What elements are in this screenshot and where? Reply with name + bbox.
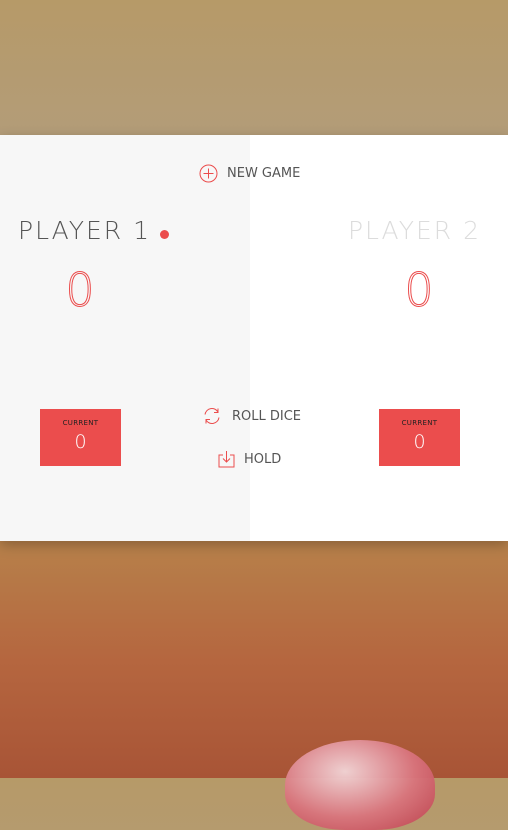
player-2-current-value: 0 (413, 431, 426, 453)
active-dot-icon (160, 230, 169, 239)
game-board: PLAYER 1 0 CURRENT 0 PLAYER 2 0 CURRENT … (0, 135, 508, 541)
background-top (0, 0, 508, 135)
player-1-name: PLAYER 1 (18, 216, 152, 245)
player-2-current-box: CURRENT 0 (379, 409, 460, 466)
hold-label: HOLD (244, 451, 282, 467)
player-2-current-label: CURRENT (401, 419, 438, 427)
new-game-label: NEW GAME (227, 166, 301, 181)
player-1-score: 0 (65, 263, 95, 318)
player-1-current-label: CURRENT (62, 419, 99, 427)
player-2-name: PLAYER 2 (347, 216, 481, 245)
refresh-icon (201, 406, 223, 426)
download-icon (218, 450, 235, 468)
new-game-button[interactable]: NEW GAME (199, 164, 300, 183)
raspberry-image (285, 740, 435, 830)
player-1-current-value: 0 (74, 431, 87, 453)
player-1-current-box: CURRENT 0 (40, 409, 121, 466)
roll-dice-button[interactable]: ROLL DICE (201, 406, 301, 426)
player-2-score: 0 (404, 263, 434, 318)
plus-circle-icon (199, 164, 218, 183)
hold-button[interactable]: HOLD (218, 450, 281, 468)
player-2-panel: PLAYER 2 0 CURRENT 0 (250, 135, 508, 541)
player-1-panel: PLAYER 1 0 CURRENT 0 (0, 135, 250, 541)
roll-dice-label: ROLL DICE (232, 408, 302, 424)
